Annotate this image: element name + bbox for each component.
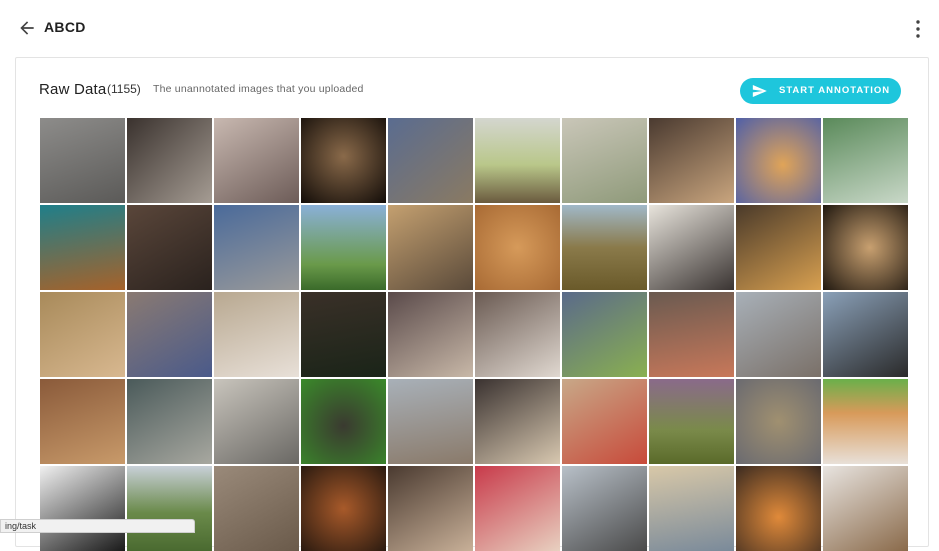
image-thumbnail[interactable] [823,379,908,464]
image-thumbnail[interactable] [823,466,908,551]
image-thumbnail[interactable] [649,205,734,290]
image-thumbnail[interactable] [649,379,734,464]
image-thumbnail[interactable] [475,292,560,377]
image-thumbnail[interactable] [388,118,473,203]
image-thumbnail[interactable] [823,118,908,203]
image-thumbnail[interactable] [214,466,299,551]
image-thumbnail[interactable] [214,379,299,464]
image-thumbnail[interactable] [562,379,647,464]
image-thumbnail[interactable] [736,466,821,551]
image-thumbnail[interactable] [127,292,212,377]
image-thumbnail[interactable] [301,118,386,203]
image-thumbnail[interactable] [562,466,647,551]
image-thumbnail[interactable] [127,205,212,290]
section-description: The unannotated images that you uploaded [153,83,364,95]
image-thumbnail[interactable] [127,118,212,203]
send-icon [751,83,768,99]
image-thumbnail[interactable] [736,292,821,377]
app-title: ABCD [44,19,86,35]
more-vert-icon[interactable] [908,18,928,40]
image-thumbnail[interactable] [475,205,560,290]
image-thumbnail[interactable] [127,379,212,464]
image-thumbnail[interactable] [649,466,734,551]
image-thumbnail[interactable] [736,379,821,464]
image-thumbnail[interactable] [214,205,299,290]
image-thumbnail[interactable] [736,205,821,290]
start-annotation-button[interactable]: START ANNOTATION [740,78,901,104]
image-thumbnail[interactable] [40,205,125,290]
image-thumbnail[interactable] [388,205,473,290]
image-thumbnail[interactable] [214,118,299,203]
status-bar-url: ing/task [0,519,195,533]
image-thumbnail[interactable] [388,466,473,551]
image-thumbnail[interactable] [736,118,821,203]
image-thumbnail[interactable] [475,118,560,203]
image-thumbnail[interactable] [40,466,125,551]
image-thumbnail[interactable] [388,292,473,377]
image-thumbnail[interactable] [649,118,734,203]
image-thumbnail[interactable] [475,466,560,551]
image-thumbnail[interactable] [301,466,386,551]
image-thumbnail[interactable] [301,205,386,290]
image-thumbnail[interactable] [301,292,386,377]
image-thumbnail[interactable] [214,292,299,377]
image-thumbnail[interactable] [649,292,734,377]
image-thumbnail[interactable] [40,292,125,377]
image-thumbnail[interactable] [40,379,125,464]
raw-data-card: Raw Data (1155) The unannotated images t… [15,57,929,551]
section-title: Raw Data [39,81,107,98]
image-thumbnail[interactable] [40,118,125,203]
image-thumbnail[interactable] [823,292,908,377]
top-app-bar: ABCD [0,0,939,57]
image-thumbnail[interactable] [562,205,647,290]
image-thumbnail[interactable] [562,118,647,203]
image-thumbnail[interactable] [301,379,386,464]
arrow-back-icon[interactable] [17,18,37,38]
image-thumbnail[interactable] [475,379,560,464]
image-grid [40,118,908,551]
image-thumbnail[interactable] [823,205,908,290]
image-count: (1155) [107,82,141,96]
image-thumbnail[interactable] [127,466,212,551]
image-thumbnail[interactable] [562,292,647,377]
image-thumbnail[interactable] [388,379,473,464]
start-annotation-label: START ANNOTATION [779,85,891,96]
